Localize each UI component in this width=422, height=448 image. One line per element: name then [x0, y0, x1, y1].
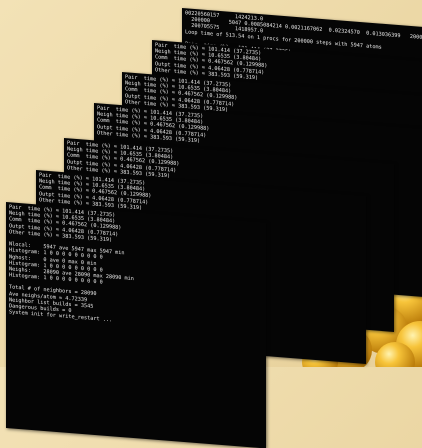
terminal-window-stack: 00220560157 1424213.0 200000 5047 0.0085…: [0, 0, 422, 448]
terminal-window[interactable]: Pair time (%) = 101.414 (37.2735) Neigh t…: [6, 202, 266, 448]
